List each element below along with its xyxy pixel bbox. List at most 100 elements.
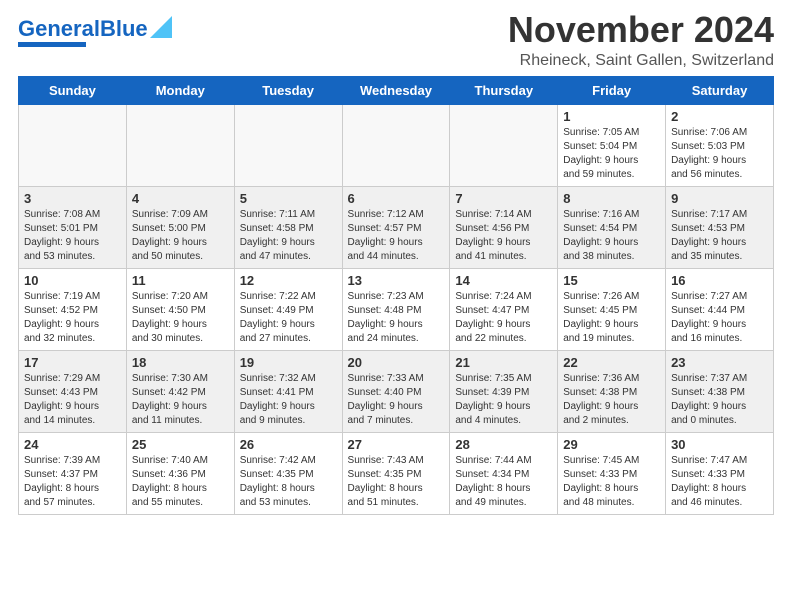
calendar-cell: 28Sunrise: 7:44 AM Sunset: 4:34 PM Dayli… bbox=[450, 432, 558, 514]
logo-blue-bar bbox=[18, 42, 86, 47]
calendar-cell: 9Sunrise: 7:17 AM Sunset: 4:53 PM Daylig… bbox=[666, 186, 774, 268]
weekday-header-tuesday: Tuesday bbox=[234, 76, 342, 104]
day-info: Sunrise: 7:24 AM Sunset: 4:47 PM Dayligh… bbox=[455, 290, 552, 346]
day-number: 23 bbox=[671, 355, 768, 370]
day-info: Sunrise: 7:05 AM Sunset: 5:04 PM Dayligh… bbox=[563, 126, 660, 182]
calendar-cell: 3 Sunrise: 7:08 AM Sunset: 5:01 PM Daylig… bbox=[19, 186, 127, 268]
day-number: 7 bbox=[455, 191, 552, 206]
day-number: 5 bbox=[240, 191, 337, 206]
calendar-cell: 18 Sunrise: 7:30 AM Sunset: 4:42 PM Dayli… bbox=[126, 350, 234, 432]
day-info: Sunrise: 7:37 AM Sunset: 4:38 PM Dayligh… bbox=[671, 372, 768, 428]
logo-text-general: GeneralBlue bbox=[18, 18, 148, 40]
day-number: 21 bbox=[455, 355, 552, 370]
logo-text-blue-label: Blue bbox=[100, 16, 148, 41]
calendar-cell: 13Sunrise: 7:23 AM Sunset: 4:48 PM Dayli… bbox=[342, 268, 450, 350]
calendar-cell: 22 Sunrise: 7:36 AM Sunset: 4:38 PM Dayli… bbox=[558, 350, 666, 432]
calendar-cell: 5 Sunrise: 7:11 AM Sunset: 4:58 PM Daylig… bbox=[234, 186, 342, 268]
logo-triangle-icon bbox=[150, 16, 172, 38]
day-info: Sunrise: 7:26 AM Sunset: 4:45 PM Dayligh… bbox=[563, 290, 660, 346]
weekday-header-sunday: Sunday bbox=[19, 76, 127, 104]
day-info: Sunrise: 7:11 AM Sunset: 4:58 PM Dayligh… bbox=[240, 208, 337, 264]
calendar-cell bbox=[126, 104, 234, 186]
day-number: 3 bbox=[24, 191, 121, 206]
day-info: Sunrise: 7:16 AM Sunset: 4:54 PM Dayligh… bbox=[563, 208, 660, 264]
day-info: Sunrise: 7:09 AM Sunset: 5:00 PM Dayligh… bbox=[132, 208, 229, 264]
day-info: Sunrise: 7:12 AM Sunset: 4:57 PM Dayligh… bbox=[348, 208, 445, 264]
calendar-cell: 19Sunrise: 7:32 AM Sunset: 4:41 PM Dayli… bbox=[234, 350, 342, 432]
day-number: 29 bbox=[563, 437, 660, 452]
title-block: November 2024 Rheineck, Saint Gallen, Sw… bbox=[508, 10, 774, 70]
day-info: Sunrise: 7:22 AM Sunset: 4:49 PM Dayligh… bbox=[240, 290, 337, 346]
day-info: Sunrise: 7:40 AM Sunset: 4:36 PM Dayligh… bbox=[132, 454, 229, 510]
day-number: 8 bbox=[563, 191, 660, 206]
calendar-cell: 21 Sunrise: 7:35 AM Sunset: 4:39 PM Dayli… bbox=[450, 350, 558, 432]
weekday-header-row: SundayMondayTuesdayWednesdayThursdayFrid… bbox=[19, 76, 774, 104]
calendar-week-1: 1 Sunrise: 7:05 AM Sunset: 5:04 PM Daylig… bbox=[19, 104, 774, 186]
calendar-cell: 16 Sunrise: 7:27 AM Sunset: 4:44 PM Dayli… bbox=[666, 268, 774, 350]
weekday-header-friday: Friday bbox=[558, 76, 666, 104]
day-info: Sunrise: 7:14 AM Sunset: 4:56 PM Dayligh… bbox=[455, 208, 552, 264]
calendar-cell: 15 Sunrise: 7:26 AM Sunset: 4:45 PM Dayli… bbox=[558, 268, 666, 350]
day-number: 22 bbox=[563, 355, 660, 370]
day-number: 15 bbox=[563, 273, 660, 288]
calendar-cell bbox=[342, 104, 450, 186]
day-info: Sunrise: 7:45 AM Sunset: 4:33 PM Dayligh… bbox=[563, 454, 660, 510]
day-number: 9 bbox=[671, 191, 768, 206]
day-number: 26 bbox=[240, 437, 337, 452]
day-info: Sunrise: 7:29 AM Sunset: 4:43 PM Dayligh… bbox=[24, 372, 121, 428]
calendar-cell: 26 Sunrise: 7:42 AM Sunset: 4:35 PM Dayli… bbox=[234, 432, 342, 514]
day-number: 10 bbox=[24, 273, 121, 288]
calendar-cell: 25 Sunrise: 7:40 AM Sunset: 4:36 PM Dayli… bbox=[126, 432, 234, 514]
calendar-cell: 2 Sunrise: 7:06 AM Sunset: 5:03 PM Daylig… bbox=[666, 104, 774, 186]
day-number: 2 bbox=[671, 109, 768, 124]
calendar-cell: 17Sunrise: 7:29 AM Sunset: 4:43 PM Dayli… bbox=[19, 350, 127, 432]
day-info: Sunrise: 7:35 AM Sunset: 4:39 PM Dayligh… bbox=[455, 372, 552, 428]
day-number: 18 bbox=[132, 355, 229, 370]
day-info: Sunrise: 7:19 AM Sunset: 4:52 PM Dayligh… bbox=[24, 290, 121, 346]
calendar-cell bbox=[450, 104, 558, 186]
calendar-cell: 4 Sunrise: 7:09 AM Sunset: 5:00 PM Daylig… bbox=[126, 186, 234, 268]
calendar-cell: 29 Sunrise: 7:45 AM Sunset: 4:33 PM Dayli… bbox=[558, 432, 666, 514]
day-number: 16 bbox=[671, 273, 768, 288]
day-info: Sunrise: 7:43 AM Sunset: 4:35 PM Dayligh… bbox=[348, 454, 445, 510]
day-info: Sunrise: 7:42 AM Sunset: 4:35 PM Dayligh… bbox=[240, 454, 337, 510]
month-title: November 2024 bbox=[508, 10, 774, 50]
location: Rheineck, Saint Gallen, Switzerland bbox=[508, 52, 774, 70]
calendar-cell: 23 Sunrise: 7:37 AM Sunset: 4:38 PM Dayli… bbox=[666, 350, 774, 432]
calendar-week-2: 3 Sunrise: 7:08 AM Sunset: 5:01 PM Daylig… bbox=[19, 186, 774, 268]
calendar-cell bbox=[234, 104, 342, 186]
day-number: 12 bbox=[240, 273, 337, 288]
day-number: 13 bbox=[348, 273, 445, 288]
day-number: 20 bbox=[348, 355, 445, 370]
day-number: 24 bbox=[24, 437, 121, 452]
weekday-header-monday: Monday bbox=[126, 76, 234, 104]
day-info: Sunrise: 7:39 AM Sunset: 4:37 PM Dayligh… bbox=[24, 454, 121, 510]
calendar-cell: 27 Sunrise: 7:43 AM Sunset: 4:35 PM Dayli… bbox=[342, 432, 450, 514]
day-info: Sunrise: 7:06 AM Sunset: 5:03 PM Dayligh… bbox=[671, 126, 768, 182]
calendar: SundayMondayTuesdayWednesdayThursdayFrid… bbox=[18, 76, 774, 515]
day-info: Sunrise: 7:30 AM Sunset: 4:42 PM Dayligh… bbox=[132, 372, 229, 428]
day-number: 4 bbox=[132, 191, 229, 206]
weekday-header-wednesday: Wednesday bbox=[342, 76, 450, 104]
day-info: Sunrise: 7:27 AM Sunset: 4:44 PM Dayligh… bbox=[671, 290, 768, 346]
day-info: Sunrise: 7:47 AM Sunset: 4:33 PM Dayligh… bbox=[671, 454, 768, 510]
day-info: Sunrise: 7:36 AM Sunset: 4:38 PM Dayligh… bbox=[563, 372, 660, 428]
calendar-cell: 10 Sunrise: 7:19 AM Sunset: 4:52 PM Dayli… bbox=[19, 268, 127, 350]
day-info: Sunrise: 7:08 AM Sunset: 5:01 PM Dayligh… bbox=[24, 208, 121, 264]
day-number: 14 bbox=[455, 273, 552, 288]
weekday-header-saturday: Saturday bbox=[666, 76, 774, 104]
calendar-cell: 24 Sunrise: 7:39 AM Sunset: 4:37 PM Dayli… bbox=[19, 432, 127, 514]
day-number: 19 bbox=[240, 355, 337, 370]
calendar-cell: 20Sunrise: 7:33 AM Sunset: 4:40 PM Dayli… bbox=[342, 350, 450, 432]
calendar-cell: 7 Sunrise: 7:14 AM Sunset: 4:56 PM Daylig… bbox=[450, 186, 558, 268]
day-number: 28 bbox=[455, 437, 552, 452]
day-number: 27 bbox=[348, 437, 445, 452]
day-number: 25 bbox=[132, 437, 229, 452]
calendar-cell bbox=[19, 104, 127, 186]
calendar-cell: 14 Sunrise: 7:24 AM Sunset: 4:47 PM Dayli… bbox=[450, 268, 558, 350]
day-number: 1 bbox=[563, 109, 660, 124]
header: GeneralBlue November 2024 Rheineck, Sain… bbox=[18, 10, 774, 70]
calendar-cell: 1 Sunrise: 7:05 AM Sunset: 5:04 PM Daylig… bbox=[558, 104, 666, 186]
day-number: 11 bbox=[132, 273, 229, 288]
weekday-header-thursday: Thursday bbox=[450, 76, 558, 104]
